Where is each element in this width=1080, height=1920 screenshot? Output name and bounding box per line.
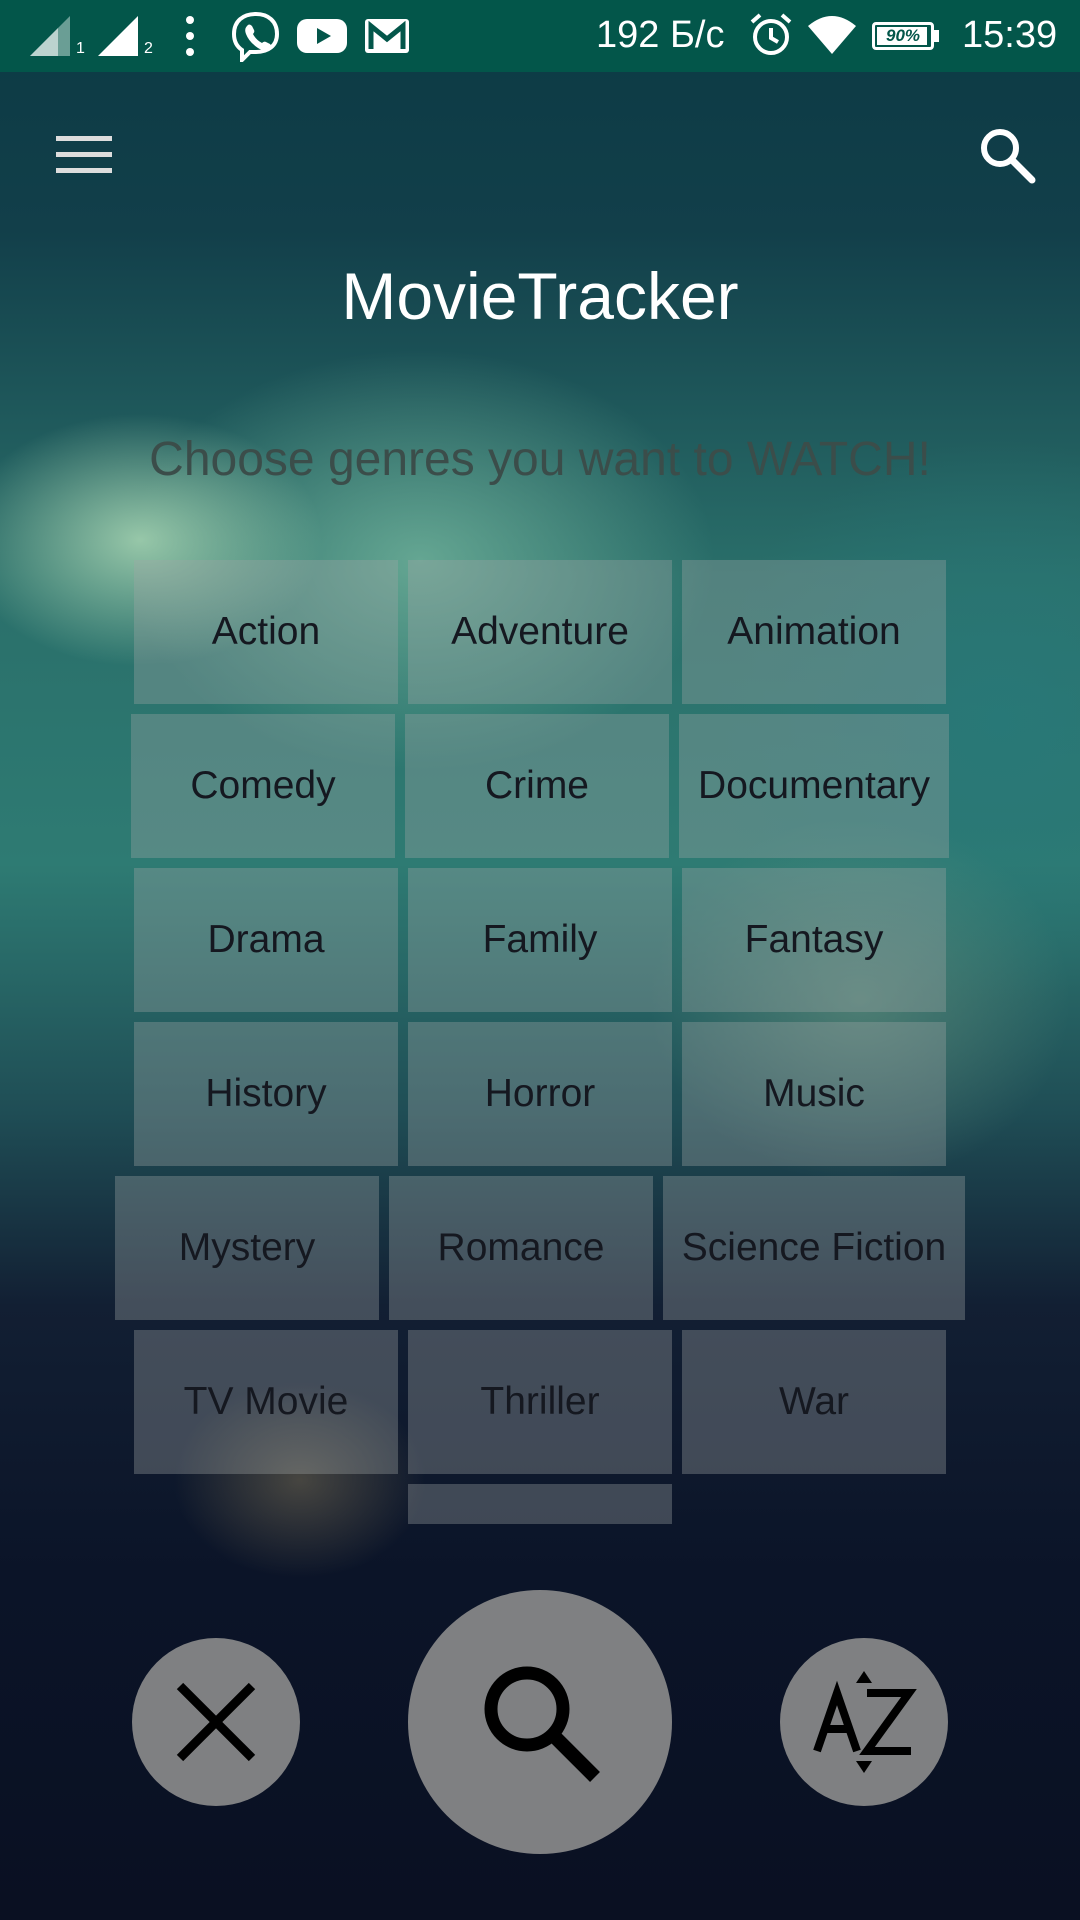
gmail-icon [365, 19, 409, 53]
clear-button[interactable] [132, 1638, 300, 1806]
battery-icon: 90% [872, 22, 934, 50]
genre-drama[interactable]: Drama [134, 868, 398, 1012]
sort-button[interactable] [780, 1638, 948, 1806]
viber-icon [231, 11, 280, 62]
battery-label: 90% [885, 26, 921, 45]
genre-tv-movie[interactable]: TV Movie [134, 1330, 398, 1474]
genre-horror[interactable]: Horror [408, 1022, 672, 1166]
genre-science-fiction[interactable]: Science Fiction [663, 1176, 965, 1320]
toolbar-search-icon[interactable] [978, 126, 1036, 184]
network-speed: 192 Б/с [596, 14, 725, 56]
genre-history[interactable]: History [134, 1022, 398, 1166]
clock: 15:39 [962, 14, 1058, 56]
search-button[interactable] [408, 1590, 672, 1854]
genre-animation[interactable]: Animation [682, 560, 946, 704]
genre-mystery[interactable]: Mystery [115, 1176, 379, 1320]
genre-romance[interactable]: Romance [389, 1176, 653, 1320]
genre-partial[interactable] [408, 1484, 672, 1524]
genre-music[interactable]: Music [682, 1022, 946, 1166]
status-bar: 1 2 192 Б/с 90% 15:39 [0, 0, 1080, 72]
alarm-icon [750, 13, 792, 55]
genre-fantasy[interactable]: Fantasy [682, 868, 946, 1012]
genre-war[interactable]: War [682, 1330, 946, 1474]
youtube-icon [297, 19, 347, 53]
sort-az-icon [813, 1671, 917, 1773]
wifi-icon [808, 16, 856, 54]
app-title: MovieTracker [341, 259, 739, 333]
more-vert-icon [186, 16, 194, 56]
genre-adventure[interactable]: Adventure [408, 560, 672, 704]
genre-action[interactable]: Action [134, 560, 398, 704]
genre-thriller[interactable]: Thriller [408, 1330, 672, 1474]
genre-documentary[interactable]: Documentary [679, 714, 949, 858]
sim1-label: 1 [76, 40, 85, 57]
close-icon [176, 1682, 256, 1762]
genre-comedy[interactable]: Comedy [131, 714, 395, 858]
sim2-label: 2 [144, 40, 153, 57]
menu-icon[interactable] [56, 134, 112, 176]
genre-family[interactable]: Family [408, 868, 672, 1012]
battery-tip [934, 30, 939, 42]
genre-crime[interactable]: Crime [405, 714, 669, 858]
search-icon [484, 1666, 600, 1782]
genre-prompt: Choose genres you want to WATCH! [149, 433, 931, 486]
